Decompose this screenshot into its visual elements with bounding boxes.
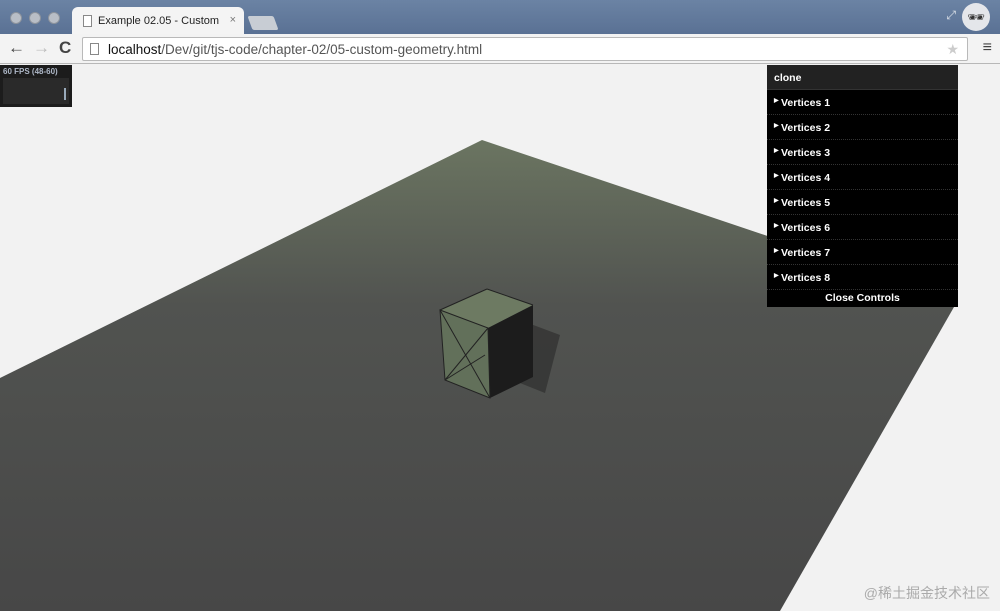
title-bar: Example 02.05 - Custom × ⤢ 🕶 (0, 0, 1000, 35)
fullscreen-icon[interactable]: ⤢ (946, 8, 956, 23)
folder-vertices-2[interactable]: ▶ Vertices 2 (767, 115, 958, 140)
folder-vertices-1[interactable]: ▶ Vertices 1 (767, 90, 958, 115)
fps-text: 60 FPS (48-60) (3, 67, 58, 76)
triangle-right-icon: ▶ (774, 148, 779, 154)
forward-button[interactable]: → (33, 38, 50, 58)
minimize-window-button[interactable] (29, 12, 41, 24)
address-bar[interactable]: localhost/Dev/git/tjs-code/chapter-02/05… (82, 37, 968, 61)
folder-vertices-7[interactable]: ▶ Vertices 7 (767, 240, 958, 265)
maximize-window-button[interactable] (48, 12, 60, 24)
folder-label: Vertices 8 (781, 272, 831, 284)
document-icon (83, 15, 92, 27)
folder-label: Vertices 1 (781, 97, 831, 109)
triangle-right-icon: ▶ (774, 123, 779, 129)
folder-label: Vertices 7 (781, 247, 831, 259)
reload-button[interactable]: C (59, 38, 71, 58)
triangle-right-icon: ▶ (774, 273, 779, 279)
folder-vertices-8[interactable]: ▶ Vertices 8 (767, 265, 958, 290)
close-controls-button[interactable]: Close Controls (767, 290, 958, 307)
folder-vertices-3[interactable]: ▶ Vertices 3 (767, 140, 958, 165)
folder-label: Vertices 4 (781, 172, 831, 184)
triangle-right-icon: ▶ (774, 98, 779, 104)
incognito-icon: 🕶 (962, 3, 990, 31)
folder-label: Vertices 5 (781, 197, 831, 209)
folder-vertices-4[interactable]: ▶ Vertices 4 (767, 165, 958, 190)
back-button[interactable]: ← (8, 38, 25, 58)
folder-vertices-5[interactable]: ▶ Vertices 5 (767, 190, 958, 215)
folder-label: Vertices 6 (781, 222, 831, 234)
clone-button[interactable]: clone (767, 65, 958, 90)
dat-gui-panel: clone ▶ Vertices 1 ▶ Vertices 2 ▶ Vertices … (767, 65, 958, 307)
fps-graph (3, 78, 69, 104)
new-tab-button[interactable] (247, 16, 279, 30)
tab-close-icon[interactable]: × (230, 14, 236, 26)
folder-vertices-6[interactable]: ▶ Vertices 6 (767, 215, 958, 240)
tab-title: Example 02.05 - Custom (98, 15, 220, 27)
page-icon (90, 43, 99, 55)
bookmark-star-icon[interactable]: ★ (946, 41, 959, 58)
triangle-right-icon: ▶ (774, 248, 779, 254)
folder-label: Vertices 2 (781, 122, 831, 134)
triangle-right-icon: ▶ (774, 223, 779, 229)
url-host: localhost (108, 42, 162, 57)
url-path: /Dev/git/tjs-code/chapter-02/05-custom-g… (161, 42, 483, 57)
triangle-right-icon: ▶ (774, 198, 779, 204)
watermark: @稀土掘金技术社区 (863, 585, 990, 601)
close-window-button[interactable] (10, 12, 22, 24)
browser-toolbar: ← → C localhost/Dev/git/tjs-code/chapter… (0, 34, 1000, 64)
folder-label: Vertices 3 (781, 147, 831, 159)
triangle-right-icon: ▶ (774, 173, 779, 179)
browser-tab[interactable]: Example 02.05 - Custom × (72, 7, 244, 35)
stats-panel[interactable]: 60 FPS (48-60) (0, 65, 72, 107)
menu-icon[interactable]: ≡ (983, 39, 992, 57)
